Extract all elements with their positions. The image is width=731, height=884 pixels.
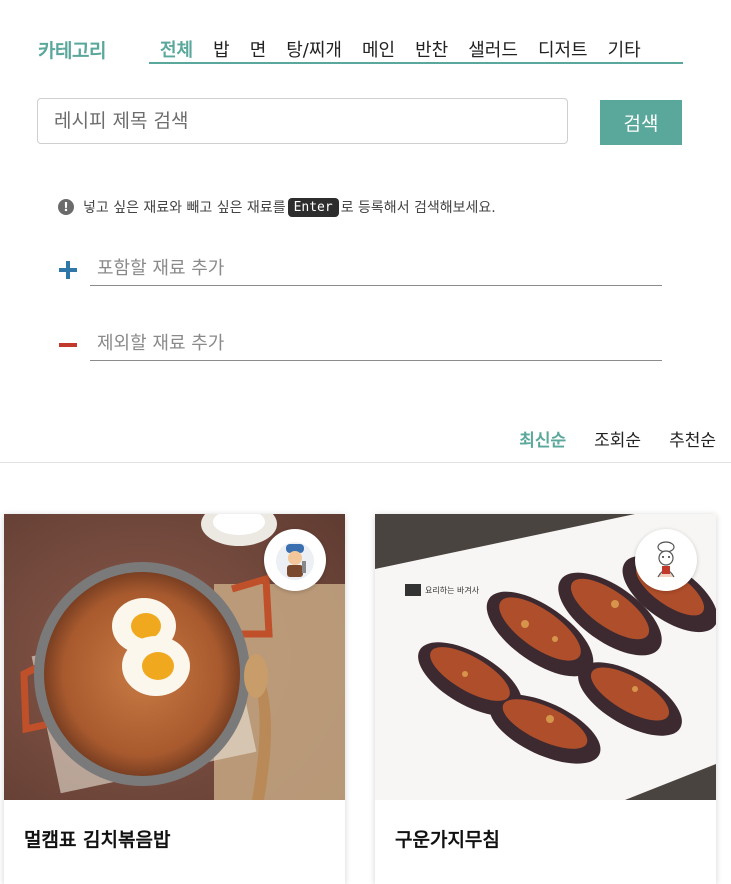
- sort-options: 최신순 조회순 추천순: [491, 426, 716, 451]
- sort-latest[interactable]: 최신순: [519, 426, 566, 451]
- recipe-title[interactable]: 멀캠표 김치볶음밥: [24, 825, 170, 852]
- tab-salad[interactable]: 샐러드: [468, 34, 518, 62]
- tab-rice[interactable]: 밥: [213, 34, 230, 62]
- include-ingredient-input[interactable]: [90, 252, 662, 286]
- tab-noodle[interactable]: 면: [250, 34, 267, 62]
- minus-icon[interactable]: [58, 335, 78, 355]
- tab-main[interactable]: 메인: [362, 34, 395, 62]
- help-text-after: 로 등록해서 검색해보세요.: [340, 200, 496, 216]
- watermark-text: 요리하는 바겨사: [425, 585, 480, 595]
- tab-soup-stew[interactable]: 탕/찌개: [286, 34, 342, 62]
- chef-avatar-icon: [276, 542, 314, 580]
- recipe-card[interactable]: 요리하는 바겨사 구운가지무침: [375, 514, 716, 884]
- category-tabs: 전체 밥 면 탕/찌개 메인 반찬 샐러드 디저트 기타: [149, 34, 683, 64]
- sort-recommended[interactable]: 추천순: [669, 426, 716, 451]
- include-ingredient-row: [58, 252, 662, 286]
- tab-all[interactable]: 전체: [160, 34, 193, 62]
- category-bar: 카테고리 전체 밥 면 탕/찌개 메인 반찬 샐러드 디저트 기타: [38, 34, 683, 64]
- chef-avatar-icon: [647, 541, 685, 580]
- exclude-ingredient-input[interactable]: [90, 327, 662, 361]
- search-button[interactable]: 검색: [600, 100, 682, 145]
- sort-views[interactable]: 조회순: [594, 426, 641, 451]
- tab-dessert[interactable]: 디저트: [538, 34, 588, 62]
- chef-badge[interactable]: [635, 529, 697, 591]
- info-icon: !: [58, 199, 74, 215]
- exclude-ingredient-row: [58, 327, 662, 361]
- enter-key-badge: Enter: [287, 197, 339, 217]
- tab-side-dish[interactable]: 반찬: [415, 34, 448, 62]
- recipe-search-input[interactable]: [37, 98, 568, 144]
- plus-icon[interactable]: [58, 260, 78, 280]
- recipe-card[interactable]: 멀캠표 김치볶음밥: [4, 514, 345, 884]
- help-text-before: 넣고 싶은 재료와 빼고 싶은 재료를: [83, 200, 286, 216]
- tab-etc[interactable]: 기타: [608, 34, 641, 62]
- category-title: 카테고리: [38, 40, 106, 62]
- ingredient-help-text: ! 넣고 싶은 재료와 빼고 싶은 재료를 Enter 로 등록해서 검색해보세…: [58, 197, 496, 217]
- divider: [0, 462, 731, 463]
- recipe-title[interactable]: 구운가지무침: [395, 825, 500, 852]
- chef-badge[interactable]: [264, 529, 326, 591]
